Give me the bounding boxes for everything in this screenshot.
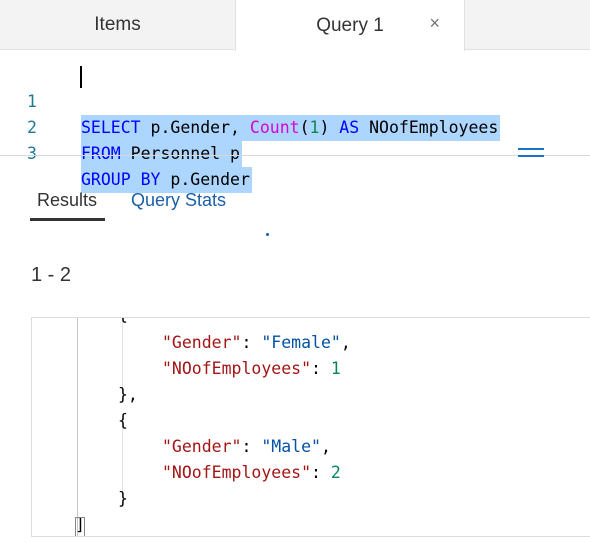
editor-line-2: 2 FROM Personnel p [0, 89, 590, 167]
json-line: "NOofEmployees": 2 [162, 463, 341, 482]
results-count: 1 - 2 [31, 264, 72, 286]
json-open-brace: { [118, 411, 128, 430]
tab-query-1-label: Query 1 [316, 14, 384, 36]
tab-items-label: Items [94, 14, 141, 35]
editor-line-3: 3 GROUP BY p.Gender [0, 115, 590, 193]
editor-divider [0, 155, 590, 156]
tab-query-1[interactable]: Query 1 × [235, 0, 465, 51]
json-close-brace: } [118, 489, 128, 508]
tab-results[interactable]: Results [37, 190, 97, 211]
json-line: "NOofEmployees": 1 [162, 359, 341, 378]
active-tab-indicator [30, 218, 105, 221]
tab-query-stats[interactable]: Query Stats [131, 190, 226, 211]
editor-tab-bar: Items Query 1 × [0, 0, 590, 51]
close-tab-icon[interactable]: × [429, 14, 440, 32]
tab-items[interactable]: Items [0, 0, 235, 50]
json-line: "Gender": "Female", [162, 333, 351, 352]
hamburger-menu-icon[interactable] [518, 148, 544, 162]
text-cursor [80, 66, 82, 88]
json-open-brace: { [118, 318, 128, 328]
query-editor[interactable]: 1 SELECT p.Gender, Count(1) AS NOofEmplo… [0, 50, 590, 193]
bracket-match-highlight [75, 517, 85, 536]
json-line: "Gender": "Male", [162, 437, 331, 456]
json-gutter-line [77, 318, 78, 536]
result-json-viewer[interactable]: { "Gender": "Female", "NOofEmployees": 1… [31, 317, 590, 537]
loading-dot [266, 233, 269, 236]
editor-line-4: 4 [0, 141, 590, 156]
indent-guide [122, 318, 123, 388]
json-close-brace: }, [118, 385, 138, 404]
editor-line-1: 1 SELECT p.Gender, Count(1) AS NOofEmplo… [0, 63, 590, 141]
